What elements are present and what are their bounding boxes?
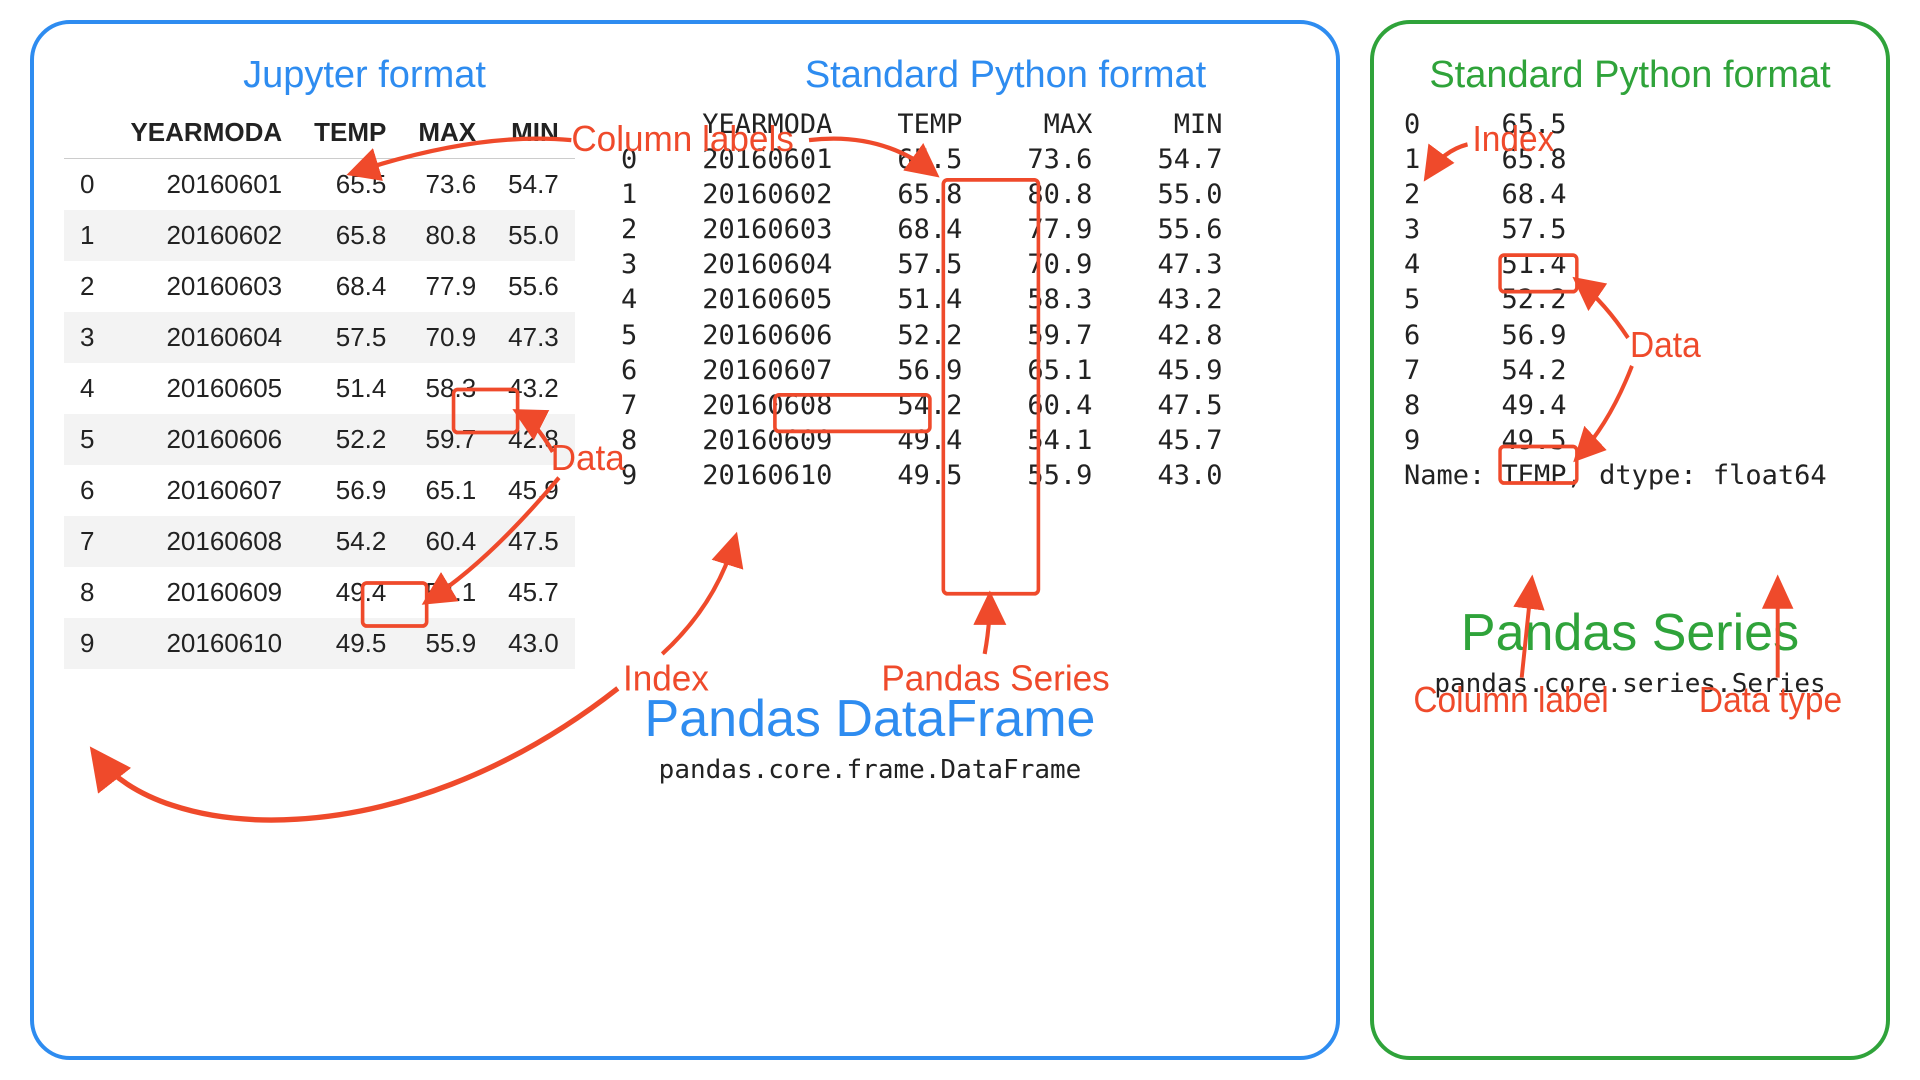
jupyter-heading: Jupyter format	[64, 54, 665, 97]
table-row: 12016060265.880.855.0	[64, 210, 575, 261]
col-MIN: MIN	[492, 107, 575, 159]
series-classpath: pandas.core.series.Series	[1404, 669, 1856, 699]
table-row: 02016060165.573.654.7	[64, 159, 575, 211]
std-python-heading-df: Standard Python format	[705, 54, 1306, 97]
col-YEARMODA: YEARMODA	[114, 107, 298, 159]
series-panel: Standard Python format 0 65.5 1 65.8 2 6…	[1370, 20, 1890, 1060]
std-python-heading-ser: Standard Python format	[1404, 54, 1856, 97]
series-plaintext: 0 65.5 1 65.8 2 68.4 3 57.5 4 51.4 5 52.…	[1404, 107, 1856, 493]
table-row: 32016060457.570.947.3	[64, 312, 575, 363]
col-MAX: MAX	[402, 107, 492, 159]
table-row: 72016060854.260.447.5	[64, 516, 575, 567]
table-row: 52016060652.259.742.8	[64, 414, 575, 465]
dataframe-classpath: pandas.core.frame.DataFrame	[434, 755, 1306, 785]
table-row: 92016061049.555.943.0	[64, 618, 575, 669]
table-row: 22016060368.477.955.6	[64, 261, 575, 312]
dataframe-panel: Jupyter format Standard Python format YE…	[30, 20, 1340, 1060]
col-TEMP: TEMP	[298, 107, 402, 159]
dataframe-plaintext: YEARMODA TEMP MAX MIN 0 20160601 65.5 73…	[605, 107, 1223, 493]
table-row: 62016060756.965.145.9	[64, 465, 575, 516]
table-row: 42016060551.458.343.2	[64, 363, 575, 414]
dataframe-title: Pandas DataFrame	[434, 689, 1306, 749]
jupyter-table: YEARMODA TEMP MAX MIN 02016060165.573.65…	[64, 107, 575, 669]
table-row: 82016060949.454.145.7	[64, 567, 575, 618]
series-title: Pandas Series	[1404, 603, 1856, 663]
